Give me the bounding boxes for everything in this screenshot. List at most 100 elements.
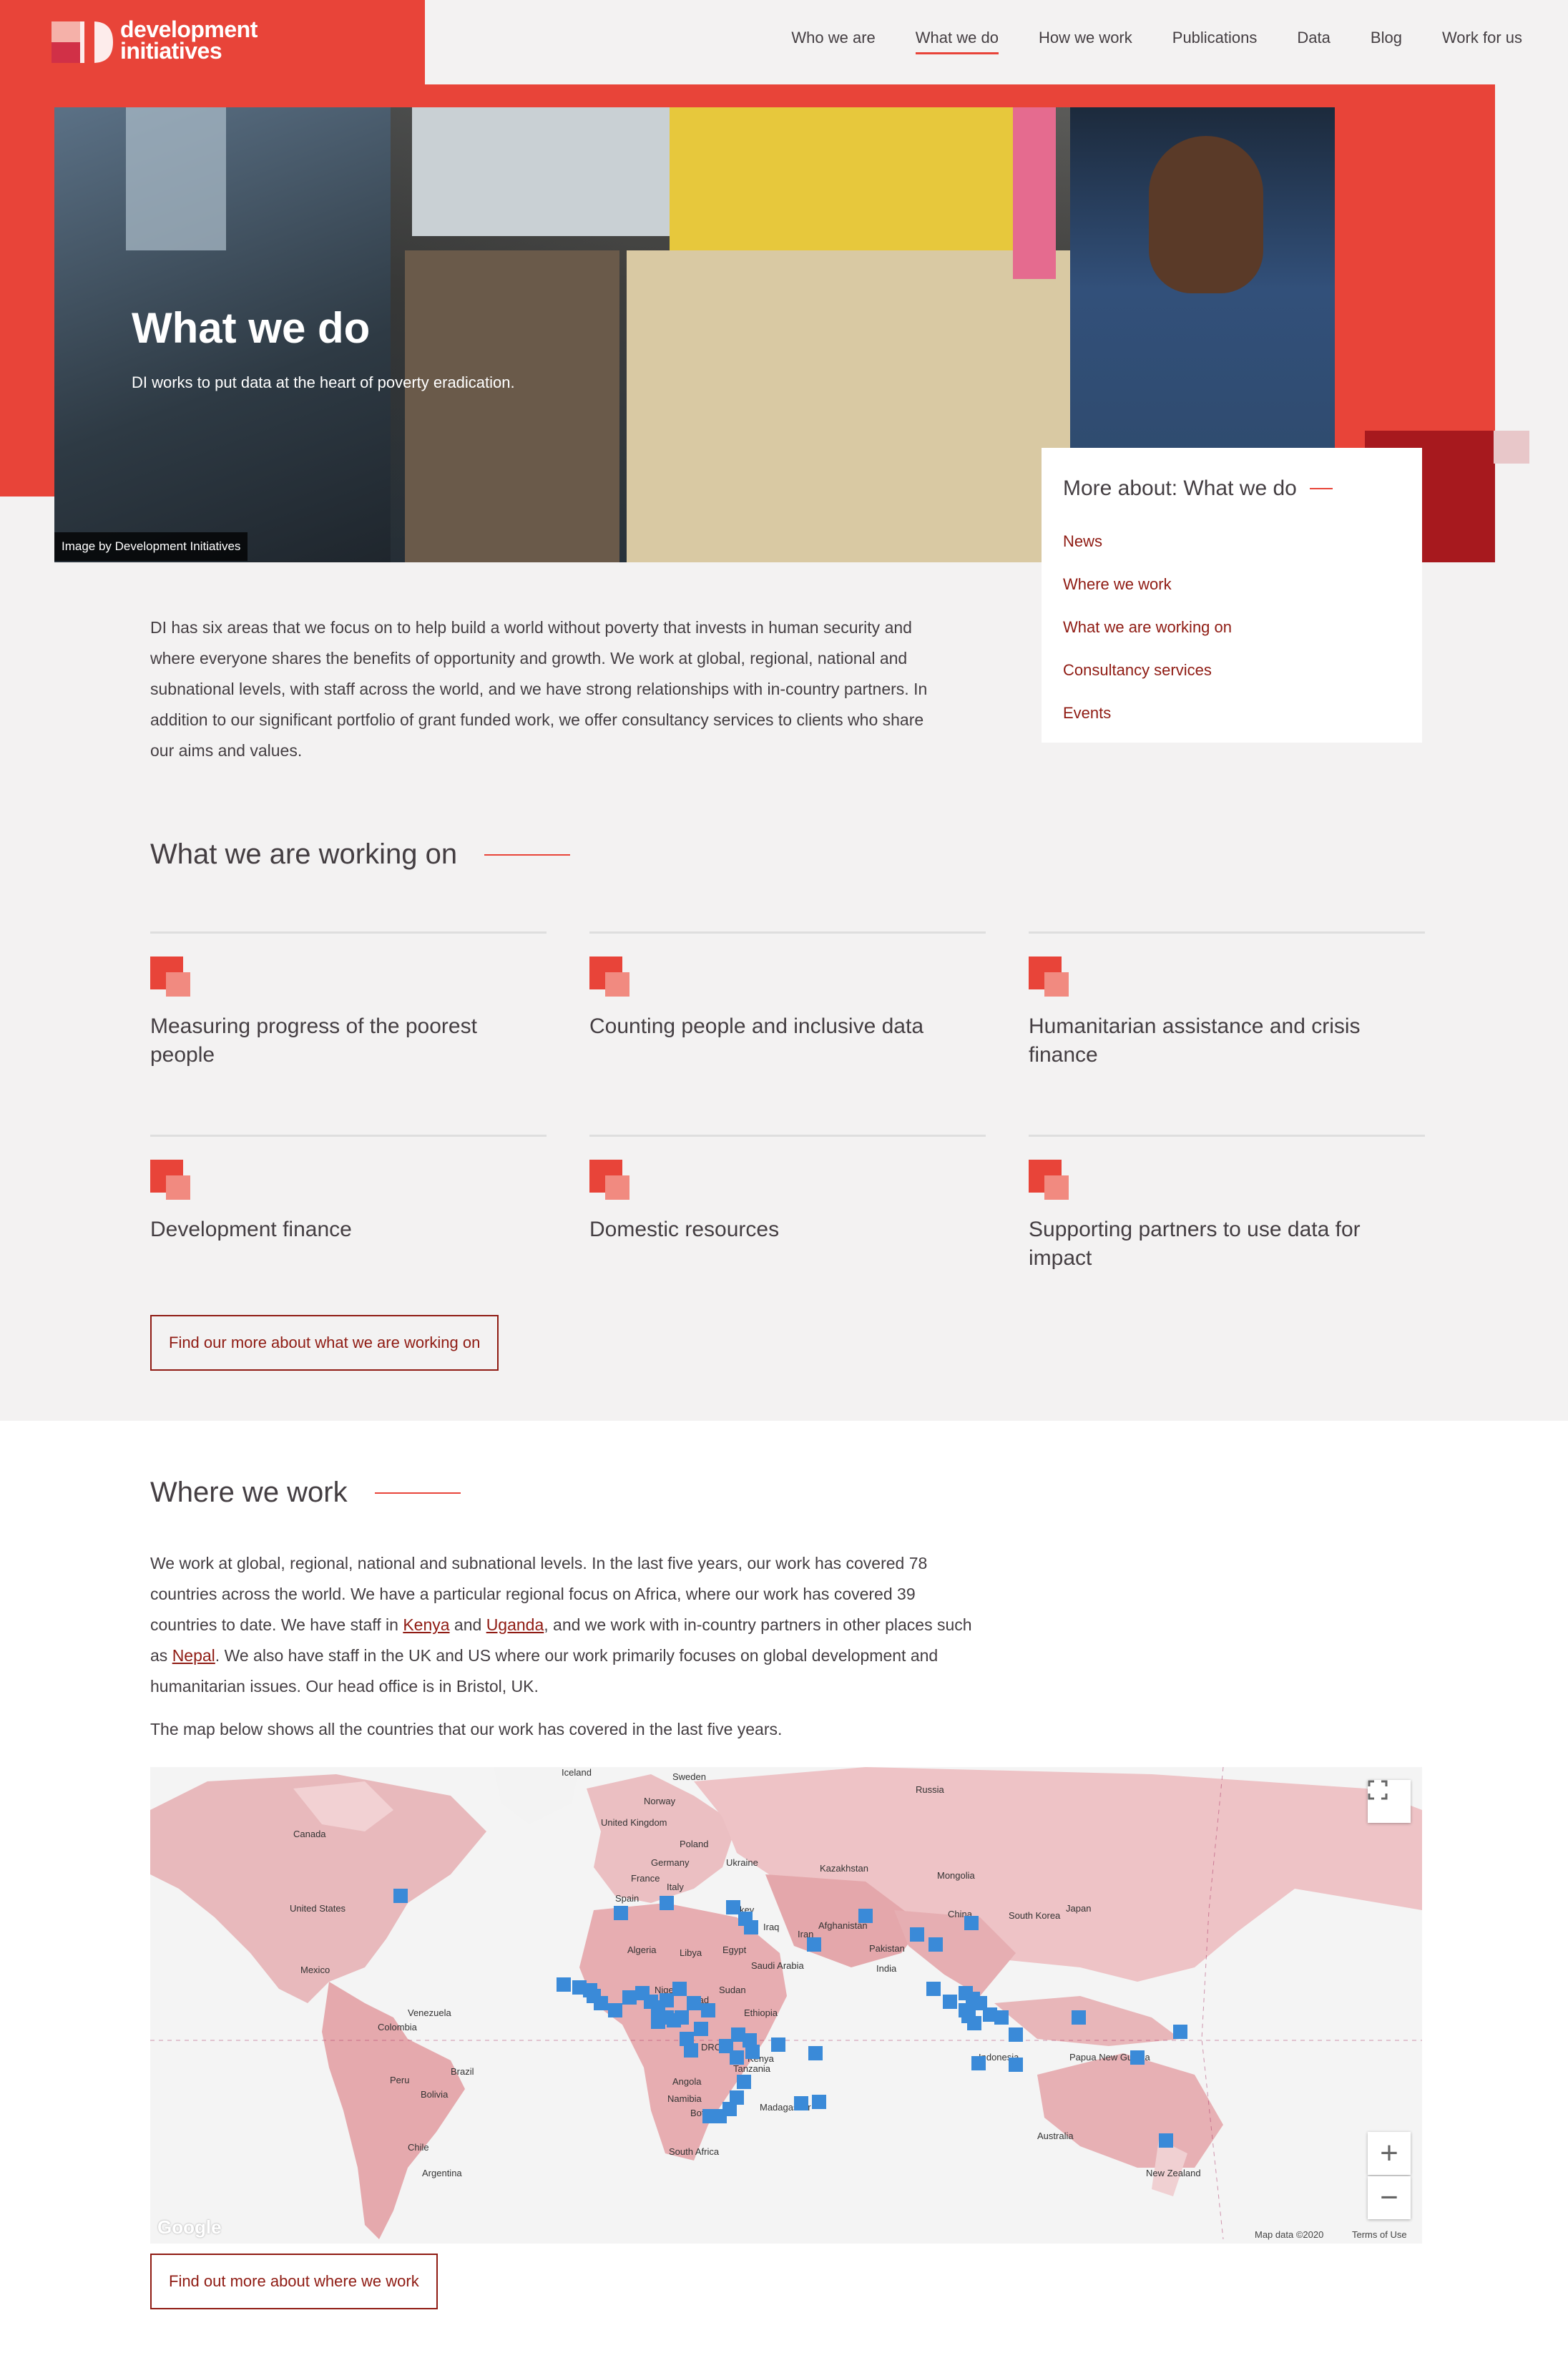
more-about-link-consultancy[interactable]: Consultancy services [1063,661,1401,680]
image-credit: Image by Development Initiatives [54,532,248,561]
map-country-marker[interactable] [614,1906,628,1920]
map-country-marker[interactable] [910,1927,924,1942]
topic-card[interactable]: Measuring progress of the poorest people [150,931,547,1135]
map-country-marker[interactable] [794,2096,808,2110]
map-country-label: Spain [615,1893,640,1904]
working-on-cards: Measuring progress of the poorest people… [150,931,1425,1338]
topic-squares-icon [150,957,190,997]
map-country-label: Mongolia [937,1870,975,1881]
map-attribution: Map data ©2020 [1255,2229,1324,2240]
map-country-marker[interactable] [1009,2027,1023,2042]
map-country-marker[interactable] [730,2050,744,2065]
nav-who-we-are[interactable]: Who we are [791,29,875,52]
more-about-link-events[interactable]: Events [1063,704,1401,723]
world-map[interactable]: Iceland Sweden Norway Russia United Kingdom P… [150,1767,1422,2244]
zoom-in-button[interactable]: + [1368,2132,1411,2175]
map-country-marker[interactable] [964,1916,979,1930]
map-country-label: Iraq [763,1922,780,1932]
more-about-link-working-on[interactable]: What we are working on [1063,618,1401,637]
map-country-marker[interactable] [660,1896,674,1910]
map-country-marker[interactable] [701,2003,715,2017]
working-on-button[interactable]: Find our more about what we are working … [150,1315,499,1371]
map-country-marker[interactable] [660,1993,674,2007]
map-country-label: Pakistan [869,1943,905,1954]
topic-card[interactable]: Domestic resources [589,1135,986,1338]
nav-blog[interactable]: Blog [1371,29,1402,52]
topic-card[interactable]: Supporting partners to use data for impa… [1029,1135,1425,1338]
map-country-label: Australia [1037,2130,1074,2141]
map-country-label: Libya [680,1947,702,1958]
map-country-marker[interactable] [943,1995,957,2009]
map-country-marker[interactable] [702,2109,717,2123]
where-we-work-button[interactable]: Find out more about where we work [150,2254,438,2309]
link-uganda[interactable]: Uganda [486,1615,544,1634]
topic-card[interactable]: Development finance [150,1135,547,1338]
topic-card[interactable]: Humanitarian assistance and crisis finan… [1029,931,1425,1135]
hero-red-band-left [0,84,57,496]
map-country-marker[interactable] [622,1990,637,2005]
google-logo: Google [157,2216,222,2238]
map-country-marker[interactable] [557,1977,571,1992]
map-country-label: Egypt [722,1944,747,1955]
fullscreen-icon[interactable] [1368,1780,1411,1823]
topic-squares-icon [1029,1160,1069,1200]
map-country-marker[interactable] [807,1937,821,1952]
zoom-out-button[interactable]: − [1368,2176,1411,2219]
map-country-marker[interactable] [744,1920,758,1934]
map-country-marker[interactable] [694,2022,708,2036]
more-about-list: News Where we work What we are working o… [1063,532,1401,723]
link-kenya[interactable]: Kenya [403,1615,449,1634]
topic-squares-icon [150,1160,190,1200]
topic-label: Measuring progress of the poorest people [150,1014,477,1067]
nav-publications[interactable]: Publications [1172,29,1258,52]
map-country-marker[interactable] [1072,2010,1086,2025]
link-nepal[interactable]: Nepal [172,1646,215,1665]
decorative-square-light [1494,431,1529,464]
map-country-marker[interactable] [393,1889,408,1903]
map-terms-link[interactable]: Terms of Use [1352,2229,1407,2240]
more-about-link-news[interactable]: News [1063,532,1401,551]
map-country-marker[interactable] [1130,2050,1145,2065]
logo-block[interactable]: development initiatives [0,0,425,84]
map-country-marker[interactable] [771,2037,785,2052]
map-country-marker[interactable] [858,1909,873,1923]
map-country-marker[interactable] [926,1982,941,1996]
map-country-marker[interactable] [737,2075,751,2089]
nav-what-we-do[interactable]: What we do [915,29,999,54]
map-country-marker[interactable] [1159,2133,1173,2148]
nav-work-for-us[interactable]: Work for us [1442,29,1522,52]
page-title: What we do [132,304,371,352]
map-country-label: Kazakhstan [820,1863,868,1874]
map-country-label: New Zealand [1146,2168,1201,2178]
map-country-label: Ukraine [726,1857,758,1868]
logo-text: development initiatives [120,18,258,62]
map-country-marker[interactable] [594,1996,608,2010]
map-country-marker[interactable] [928,1937,943,1952]
intro-paragraph: DI has six areas that we focus on to hel… [150,618,928,760]
map-country-marker[interactable] [971,2056,986,2070]
more-about-link-where-we-work[interactable]: Where we work [1063,575,1401,594]
map-country-marker[interactable] [684,2043,698,2058]
map-country-marker[interactable] [745,2045,760,2059]
where-we-work-paragraph: We work at global, regional, national an… [150,1554,972,1696]
map-country-marker[interactable] [812,2095,826,2109]
map-country-marker[interactable] [672,1982,687,1996]
map-country-label: Ethiopia [744,2007,778,2018]
topic-card[interactable]: Counting people and inclusive data [589,931,986,1135]
topic-squares-icon [589,1160,629,1200]
map-country-label: Peru [390,2075,410,2085]
map-country-marker[interactable] [608,2003,622,2017]
map-country-marker[interactable] [1009,2058,1023,2072]
map-country-marker[interactable] [994,2010,1009,2025]
map-country-marker[interactable] [675,2010,689,2025]
map-country-label: Saudi Arabia [751,1960,804,1971]
nav-how-we-work[interactable]: How we work [1039,29,1132,52]
topic-label: Domestic resources [589,1218,780,1241]
map-country-marker[interactable] [687,1996,701,2010]
main-nav: Who we are What we do How we work Public… [791,29,1522,54]
topic-squares-icon [589,957,629,997]
nav-data[interactable]: Data [1297,29,1330,52]
map-country-marker[interactable] [967,2016,981,2030]
map-country-marker[interactable] [808,2046,823,2060]
map-country-marker[interactable] [1173,2025,1187,2039]
